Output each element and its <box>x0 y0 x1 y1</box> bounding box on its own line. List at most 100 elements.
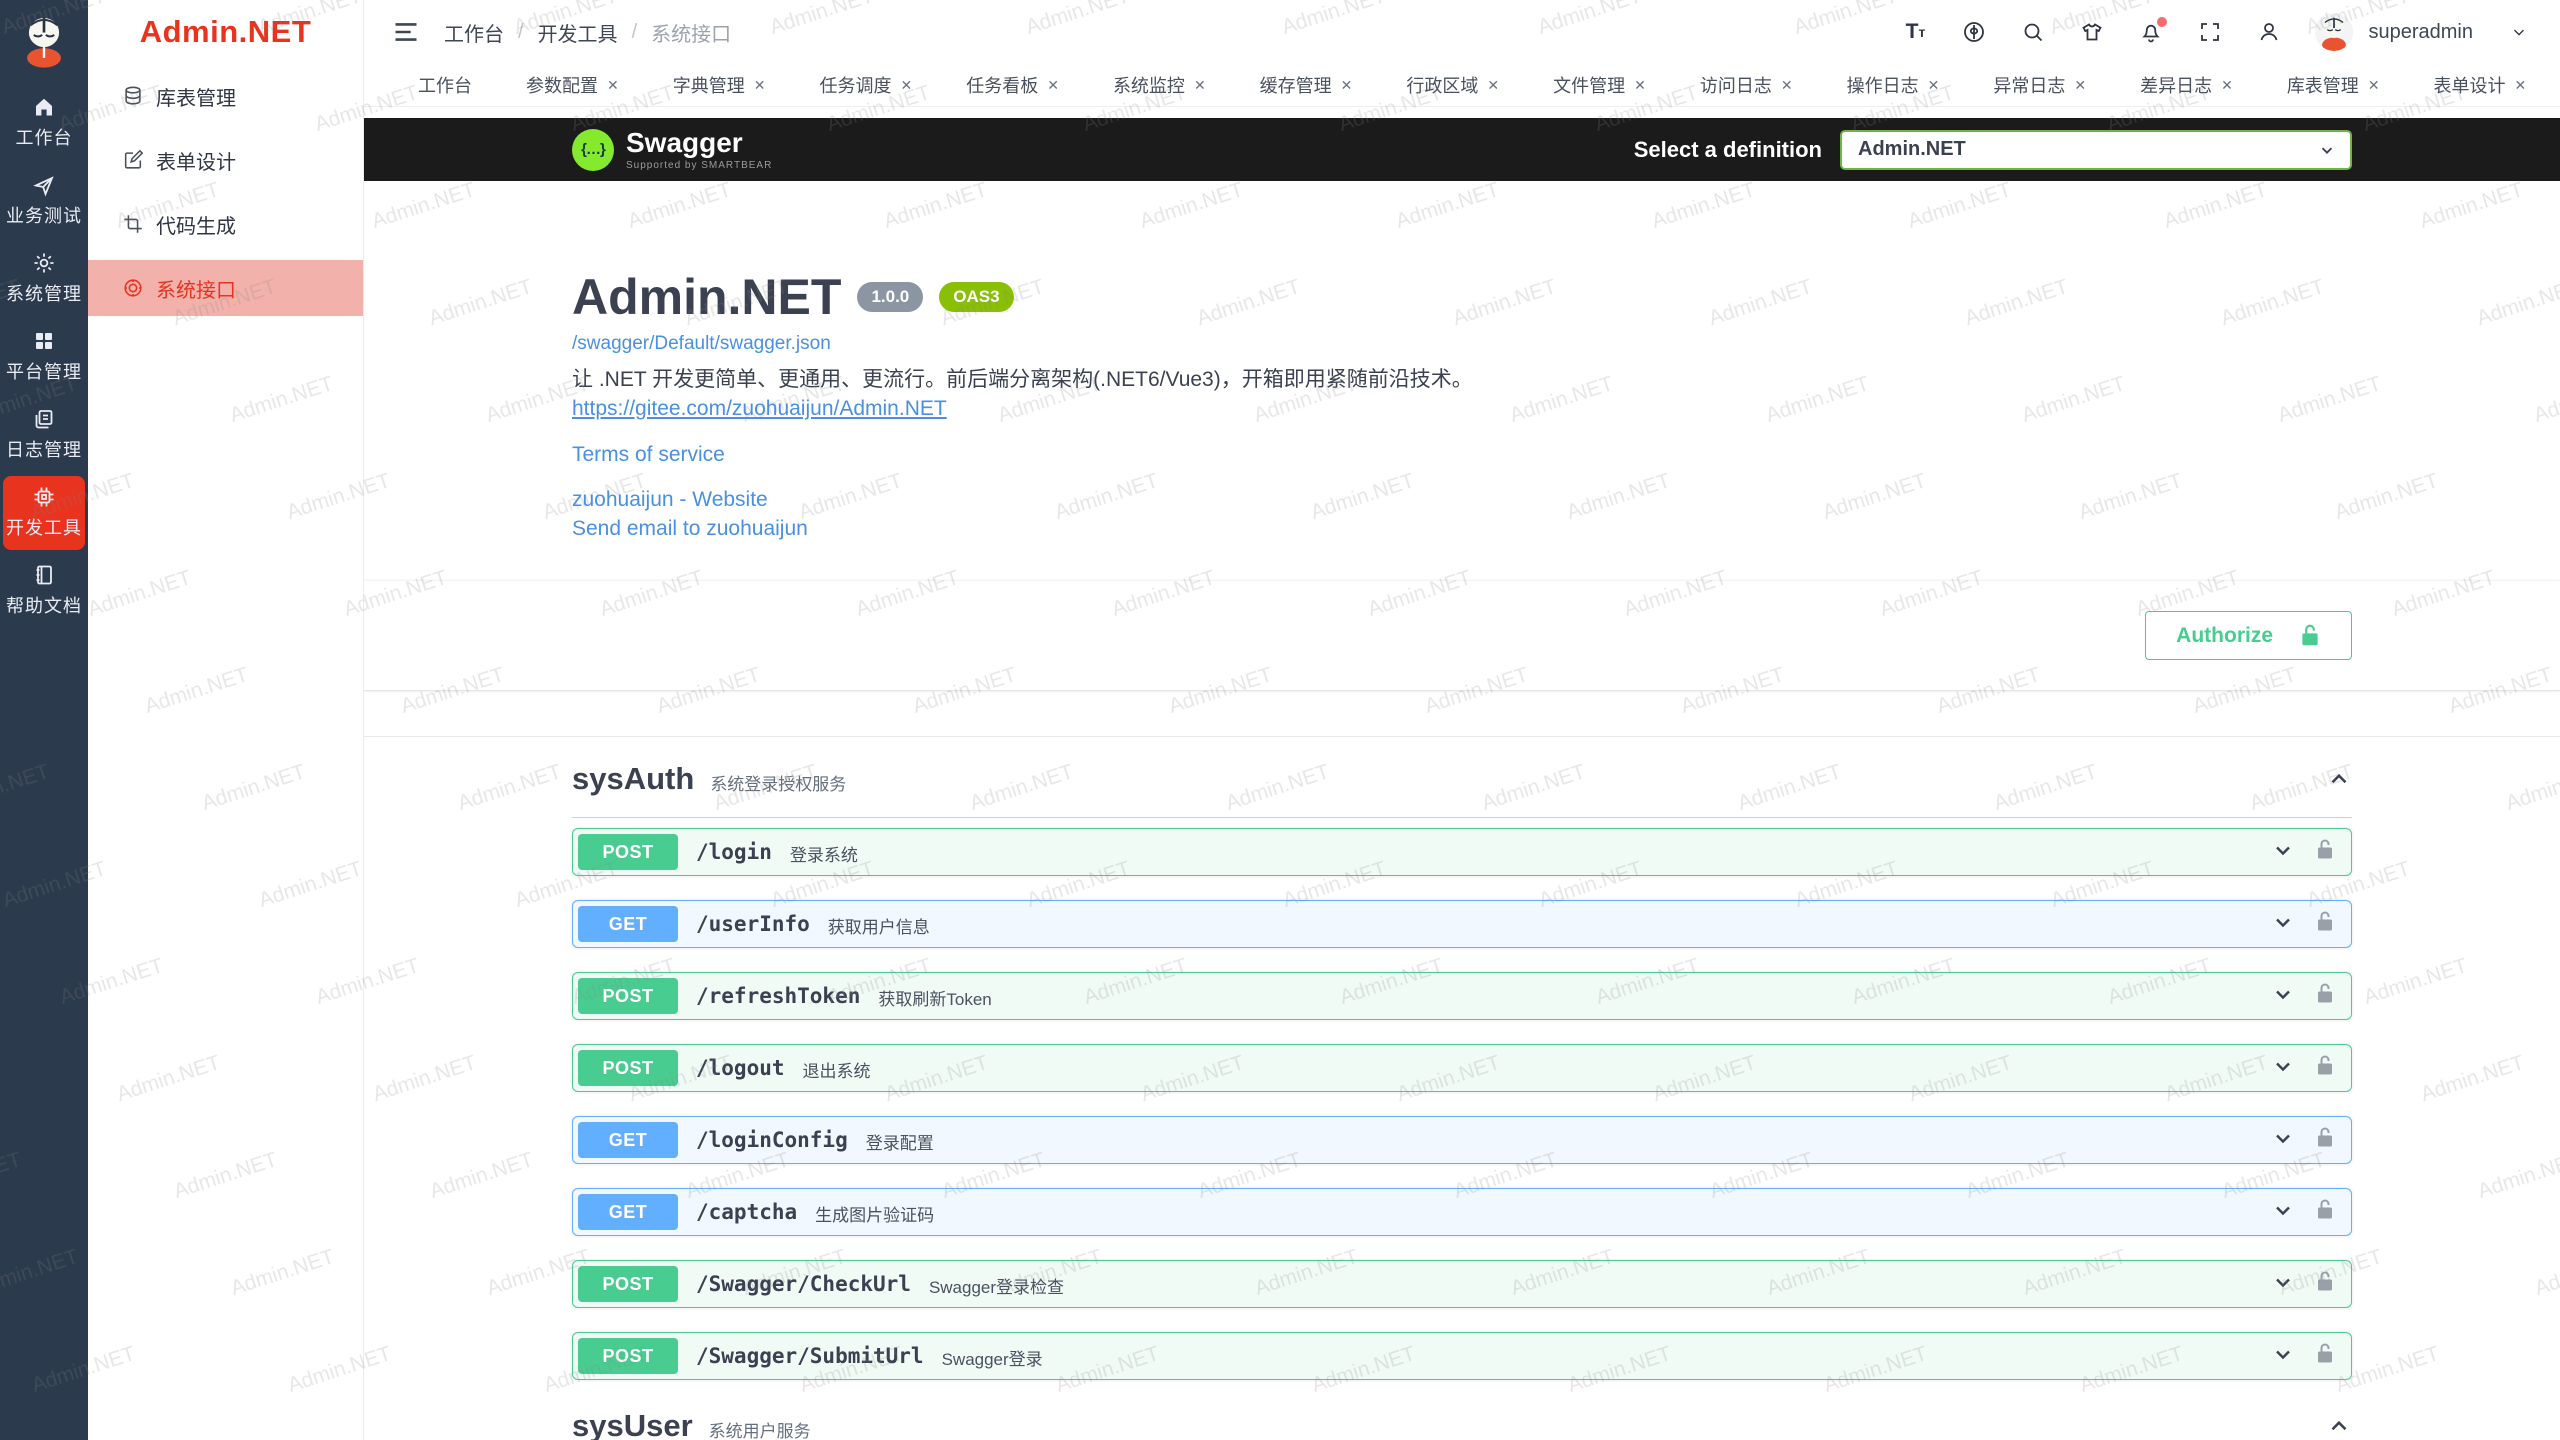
chevron-down-icon[interactable] <box>2271 1054 2295 1083</box>
notification-bell-icon[interactable] <box>2138 19 2164 45</box>
tab-label: 任务看板 <box>966 72 1038 98</box>
terms-of-service-link[interactable]: Terms of service <box>572 443 2352 467</box>
tab-close-icon[interactable]: ✕ <box>1928 77 1940 94</box>
send-email-link[interactable]: Send email to zuohuaijun <box>572 514 2352 543</box>
tab-行政区域[interactable]: 行政区域✕ <box>1394 67 1511 103</box>
grid-icon <box>32 329 56 353</box>
authorize-button[interactable]: Authorize <box>2145 611 2352 660</box>
breadcrumb-item[interactable]: 工作台 <box>444 18 504 47</box>
language-icon[interactable] <box>1961 19 1987 45</box>
tab-表单设计[interactable]: 表单设计✕ <box>2422 67 2539 103</box>
tab-close-icon[interactable]: ✕ <box>2074 77 2086 94</box>
rail-item-label: 帮助文档 <box>6 592 82 618</box>
rail-item-workbench[interactable]: 工作台 <box>3 86 85 160</box>
user-avatar[interactable] <box>2315 13 2353 51</box>
tab-任务调度[interactable]: 任务调度✕ <box>807 67 924 103</box>
tab-库表管理[interactable]: 库表管理✕ <box>2275 67 2392 103</box>
chevron-down-icon[interactable] <box>2271 910 2295 939</box>
tab-close-icon[interactable]: ✕ <box>1781 77 1793 94</box>
tab-系统监控[interactable]: 系统监控✕ <box>1101 67 1218 103</box>
chevron-down-icon[interactable] <box>2271 1126 2295 1155</box>
chevron-down-icon[interactable] <box>2271 838 2295 867</box>
auth-lock-icon[interactable] <box>2315 1270 2335 1298</box>
tab-差异日志[interactable]: 差异日志✕ <box>2128 67 2245 103</box>
chevron-up-icon[interactable] <box>2326 766 2352 792</box>
tab-close-icon[interactable]: ✕ <box>2368 77 2380 94</box>
sidebar-logo[interactable]: Admin.NET <box>88 0 363 64</box>
tab-close-icon[interactable]: ✕ <box>1047 77 1059 94</box>
tab-close-icon[interactable]: ✕ <box>1487 77 1499 94</box>
chevron-down-icon[interactable] <box>2271 1198 2295 1227</box>
contact-website-link[interactable]: zuohuaijun - Website <box>572 485 2352 514</box>
endpoint-/captcha[interactable]: GET/captcha生成图片验证码 <box>572 1188 2352 1236</box>
tab-label: 参数配置 <box>526 72 598 98</box>
tab-字典管理[interactable]: 字典管理✕ <box>661 67 778 103</box>
chevron-down-icon[interactable] <box>2271 982 2295 1011</box>
auth-lock-icon[interactable] <box>2315 910 2335 938</box>
tab-异常日志[interactable]: 异常日志✕ <box>1981 67 2098 103</box>
endpoint-/Swagger/SubmitUrl[interactable]: POST/Swagger/SubmitUrlSwagger登录 <box>572 1332 2352 1380</box>
theme-icon[interactable] <box>2079 19 2105 45</box>
breadcrumb-item[interactable]: 开发工具 <box>538 18 618 47</box>
endpoint-path: /login <box>696 840 772 864</box>
endpoint-/refreshToken[interactable]: POST/refreshToken获取刷新Token <box>572 972 2352 1020</box>
font-size-icon[interactable]: Tт <box>1902 19 1928 45</box>
tab-操作日志[interactable]: 操作日志✕ <box>1835 67 1952 103</box>
rail-item-dev-tools[interactable]: 开发工具 <box>3 476 85 550</box>
spec-url-link[interactable]: /swagger/Default/swagger.json <box>572 333 831 355</box>
tab-参数配置[interactable]: 参数配置 ✕ <box>514 67 631 103</box>
tab-close-icon[interactable]: ✕ <box>1341 77 1353 94</box>
rail-item-help-docs[interactable]: 帮助文档 <box>3 554 85 628</box>
tab-close-icon[interactable]: ✕ <box>607 77 619 94</box>
section-divider <box>364 736 2560 737</box>
menu-collapse-icon[interactable] <box>392 18 420 46</box>
auth-lock-icon[interactable] <box>2315 838 2335 866</box>
rail-item-system-mgmt[interactable]: 系统管理 <box>3 242 85 316</box>
method-badge: POST <box>578 1338 678 1374</box>
rail-item-business-test[interactable]: 业务测试 <box>3 164 85 238</box>
chevron-down-icon[interactable] <box>2271 1270 2295 1299</box>
tab-close-icon[interactable]: ✕ <box>754 77 766 94</box>
tab-文件管理[interactable]: 文件管理✕ <box>1541 67 1658 103</box>
chevron-down-icon[interactable] <box>2271 1342 2295 1371</box>
auth-lock-icon[interactable] <box>2315 1126 2335 1154</box>
repo-link[interactable]: https://gitee.com/zuohuaijun/Admin.NET <box>572 397 947 421</box>
username-label[interactable]: superadmin <box>2368 21 2473 44</box>
section-header-sysAuth[interactable]: sysAuth系统登录授权服务 <box>572 757 2352 818</box>
sidebar-item-form-design[interactable]: 表单设计 <box>88 128 363 192</box>
tab-close-icon[interactable]: ✕ <box>2515 77 2527 94</box>
fullscreen-icon[interactable] <box>2197 19 2223 45</box>
endpoint-actions <box>2271 838 2335 867</box>
chevron-up-icon[interactable] <box>2326 1413 2352 1439</box>
chevron-down-icon[interactable] <box>2506 19 2532 45</box>
auth-lock-icon[interactable] <box>2315 1198 2335 1226</box>
tab-缓存管理[interactable]: 缓存管理✕ <box>1248 67 1365 103</box>
tab-close-icon[interactable]: ✕ <box>2221 77 2233 94</box>
auth-lock-icon[interactable] <box>2315 982 2335 1010</box>
tab-close-icon[interactable]: ✕ <box>1194 77 1206 94</box>
sidebar-item-system-api[interactable]: 系统接口 <box>88 260 363 316</box>
sidebar-item-db-table-mgmt[interactable]: 库表管理 <box>88 64 363 128</box>
auth-lock-icon[interactable] <box>2315 1342 2335 1370</box>
rail-item-platform-mgmt[interactable]: 平台管理 <box>3 320 85 394</box>
section-header-sysUser[interactable]: sysUser系统用户服务 <box>572 1404 2352 1440</box>
tab-label: 工作台 <box>418 72 472 98</box>
app-logo-avatar[interactable] <box>15 12 73 70</box>
endpoint-actions <box>2271 1270 2335 1299</box>
endpoint-/userInfo[interactable]: GET/userInfo获取用户信息 <box>572 900 2352 948</box>
endpoint-/login[interactable]: POST/login登录系统 <box>572 828 2352 876</box>
tab-访问日志[interactable]: 访问日志✕ <box>1688 67 1805 103</box>
rail-item-log-mgmt[interactable]: 日志管理 <box>3 398 85 472</box>
auth-lock-icon[interactable] <box>2315 1054 2335 1082</box>
tab-close-icon[interactable]: ✕ <box>1634 77 1646 94</box>
search-icon[interactable] <box>2020 19 2046 45</box>
endpoint-/loginConfig[interactable]: GET/loginConfig登录配置 <box>572 1116 2352 1164</box>
tab-close-icon[interactable]: ✕ <box>900 77 912 94</box>
tab-任务看板[interactable]: 任务看板 ✕ <box>954 67 1071 103</box>
endpoint-/logout[interactable]: POST/logout退出系统 <box>572 1044 2352 1092</box>
definition-select[interactable]: Admin.NET <box>1840 130 2352 170</box>
sidebar-item-code-gen[interactable]: 代码生成 <box>88 192 363 256</box>
user-icon[interactable] <box>2256 19 2282 45</box>
endpoint-/Swagger/CheckUrl[interactable]: POST/Swagger/CheckUrlSwagger登录检查 <box>572 1260 2352 1308</box>
tab-工作台[interactable]: 工作台 <box>406 67 484 103</box>
